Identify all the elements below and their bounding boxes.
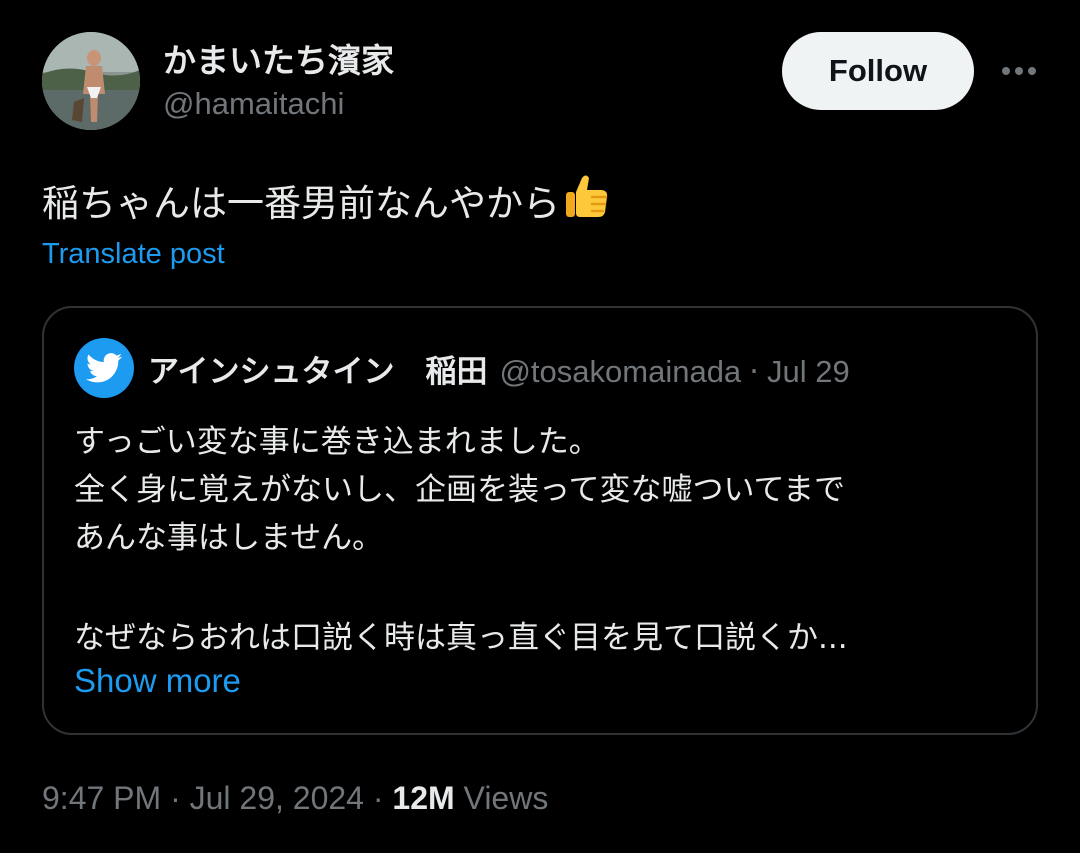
quoted-post-date[interactable]: Jul 29 [767,354,850,390]
translate-post-link[interactable]: Translate post [42,238,225,271]
more-horizontal-icon [1002,67,1036,75]
twitter-bird-icon [86,353,122,383]
avatar-photo [42,32,140,130]
quoted-author-avatar[interactable] [74,338,134,398]
quoted-post-card[interactable]: アインシュタイン 稲田 @tosakomainada · Jul 29 すっごい… [42,306,1038,735]
show-more-link[interactable]: Show more [74,662,241,700]
quoted-post-header: アインシュタイン 稲田 @tosakomainada · Jul 29 [148,346,850,391]
author-handle[interactable]: @hamaitachi [163,86,344,122]
quoted-author-handle[interactable]: @tosakomainada [499,354,741,390]
post-text: 稲ちゃんは一番男前なんやから [42,170,612,229]
thumbs-up-emoji-icon [562,170,612,229]
author-avatar[interactable] [42,32,140,130]
post-timestamp[interactable]: 9:47 PM · Jul 29, 2024 · [42,780,392,816]
views-label: Views [454,780,549,816]
quoted-author-display-name[interactable]: アインシュタイン 稲田 [148,346,487,391]
more-options-button[interactable] [998,52,1040,90]
quoted-text-line: 全く身に覚えがないし、企画を装って変な嘘ついてまで [74,472,845,508]
separator-dot: · [749,354,760,390]
quoted-text-line: すっごい変な事に巻き込まれました。 [74,424,600,460]
post-metadata: 9:47 PM · Jul 29, 2024 · 12M Views [42,780,548,817]
quoted-text-line: あんな事はしません。 [74,520,384,556]
follow-button[interactable]: Follow [782,32,974,110]
author-display-name[interactable]: かまいたち濱家 [163,34,394,82]
views-count[interactable]: 12M [392,780,454,816]
quoted-text-line: なぜならおれは口説く時は真っ直ぐ目を見て口説くか... [74,620,848,656]
post-text-content: 稲ちゃんは一番男前なんやから [42,181,560,225]
